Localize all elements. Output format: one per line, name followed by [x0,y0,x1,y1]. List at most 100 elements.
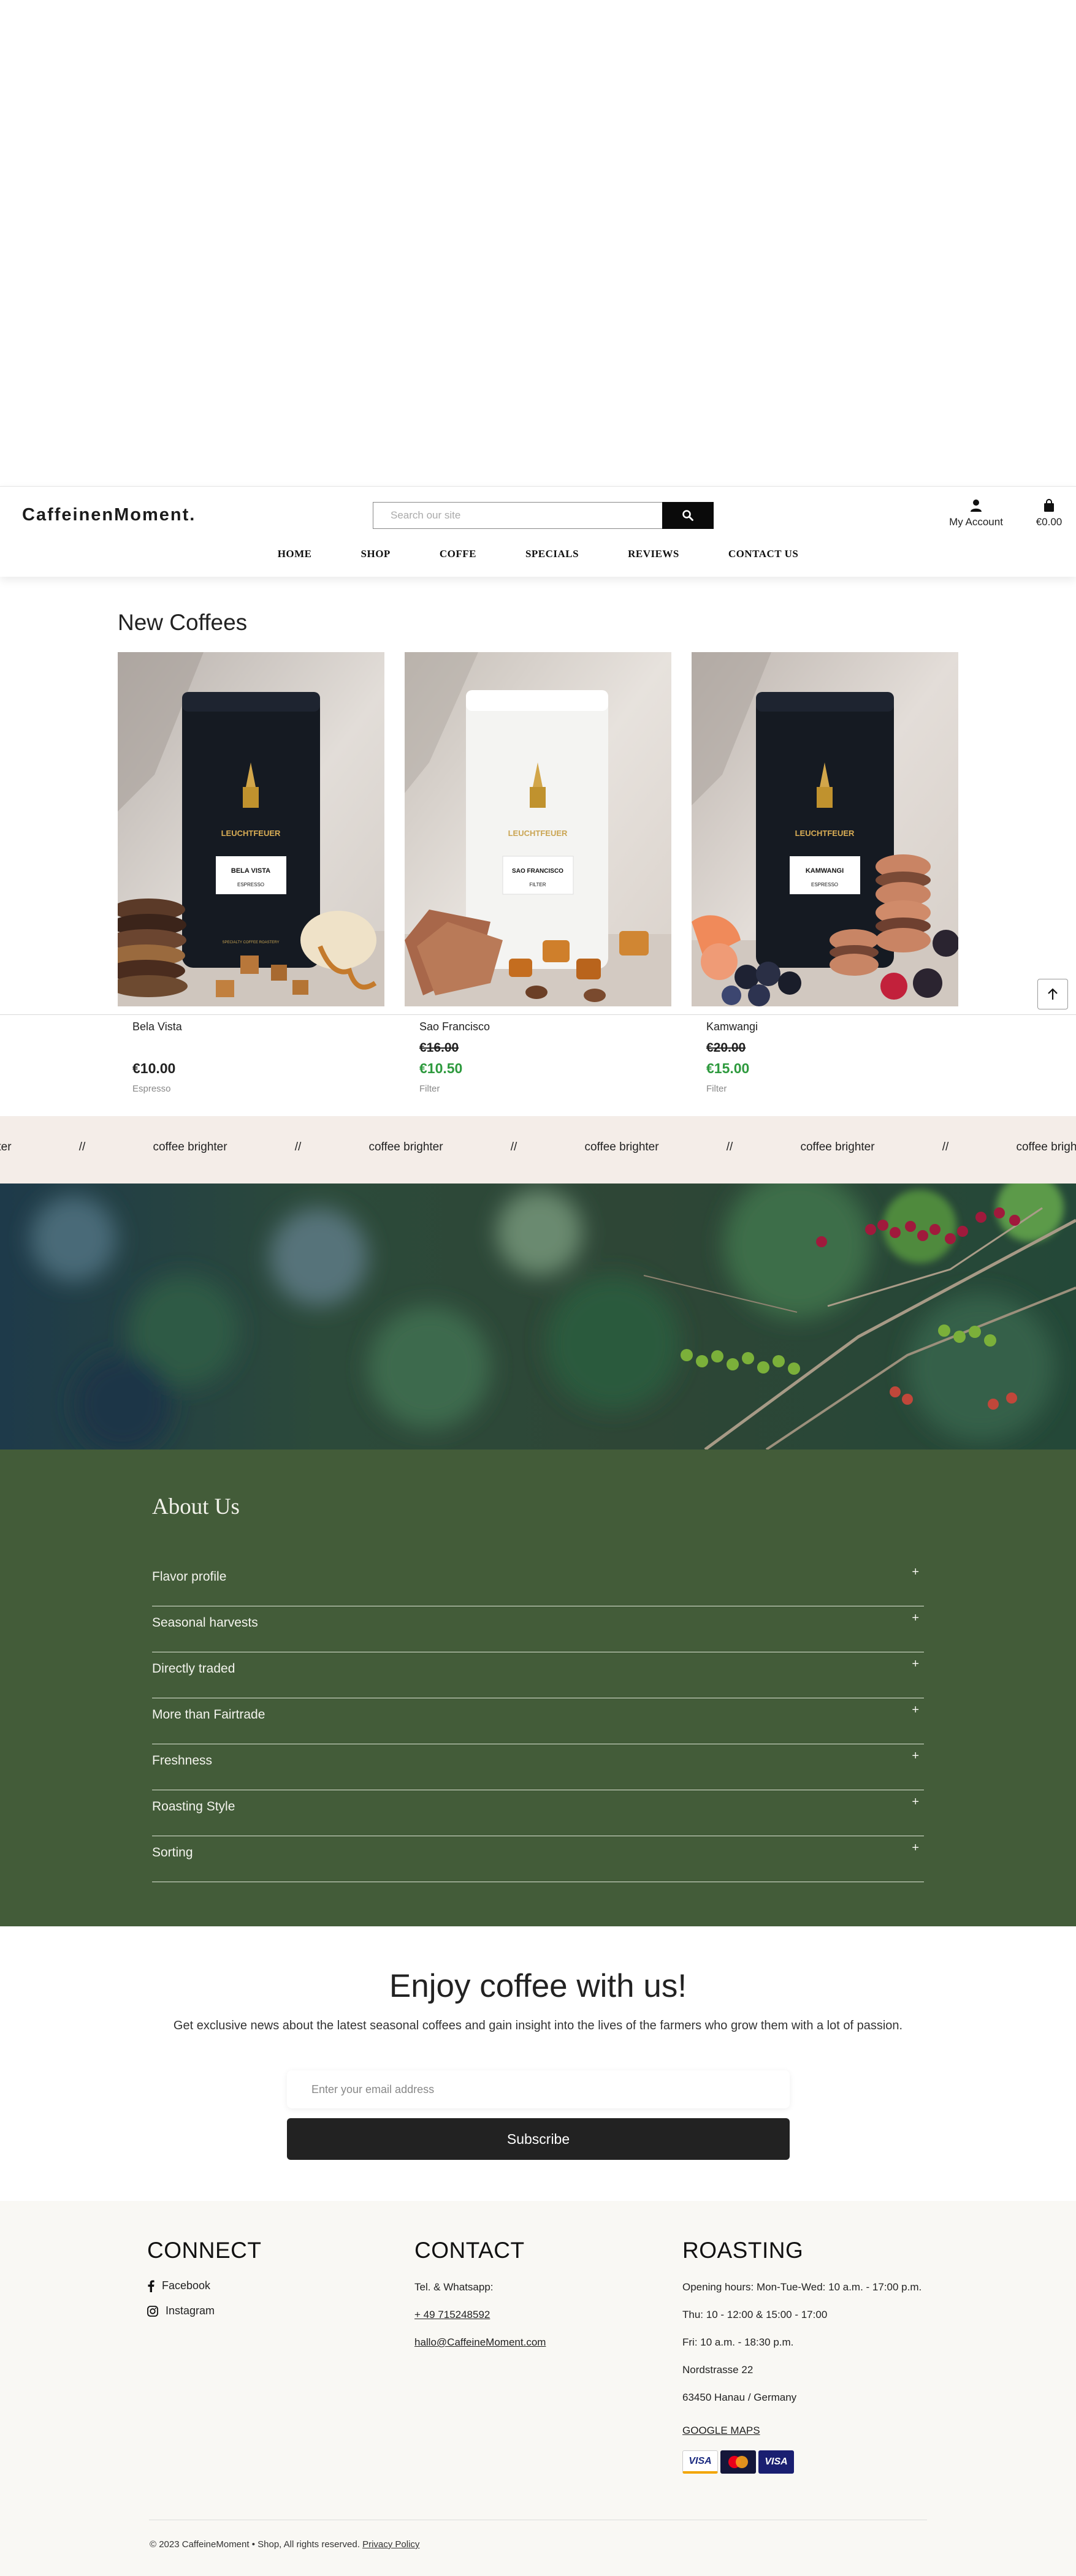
plus-icon: + [912,1657,919,1671]
accordion-item-directly-traded[interactable]: Directly traded + [152,1652,924,1698]
search-button[interactable] [662,502,714,529]
product-image[interactable]: LEUCHTFEUER KAMWANGI ESPRESSO [692,652,958,1006]
product-sale-price: €10.50 [419,1060,463,1076]
product-category: Filter [706,1084,727,1094]
marquee-separator: // [294,1141,302,1153]
search-bar [373,502,714,529]
marquee-text: coffee brighter [1016,1141,1076,1153]
nav-coffe[interactable]: COFFE [440,548,476,560]
cart-total: €0.00 [1036,516,1063,528]
marquee-text: coffee brighter [153,1141,227,1153]
accordion-item-freshness[interactable]: Freshness + [152,1744,924,1790]
street-address: Nordstrasse 22 [682,2364,754,2376]
marquee-separator: // [510,1141,517,1153]
instagram-icon [147,2305,158,2317]
nav-shop[interactable]: SHOP [361,548,391,560]
footer-connect: CONNECT Facebook Instagram [147,2238,261,2330]
plus-icon: + [912,1749,919,1763]
coffee-plant-image [0,1184,1076,1449]
accordion-label: More than Fairtrade [152,1708,265,1722]
account-label: My Account [949,516,1003,528]
page: CaffeinenMoment. My Account €0.00 HOME S… [0,0,1076,2576]
main-nav: HOME SHOP COFFE SPECIALS REVIEWS CONTACT… [0,548,1076,560]
facebook-label: Facebook [162,2279,211,2292]
product-name[interactable]: Sao Francisco [419,1020,490,1033]
about-accordion: Flavor profile + Seasonal harvests + Dir… [152,1560,924,1882]
nav-reviews[interactable]: REVIEWS [628,548,679,560]
mastercard-icon [720,2450,756,2474]
pack-sub: ESPRESSO [237,882,264,887]
payment-methods: VISA VISA [682,2450,928,2474]
product-card[interactable]: LEUCHTFEUER BELA VISTA ESPRESSO SPECIALT… [118,652,384,1094]
site-logo[interactable]: CaffeinenMoment. [22,505,196,525]
plus-icon: + [912,1611,919,1625]
footer-roasting-title: ROASTING [682,2238,804,2263]
section-divider [0,1014,1076,1015]
pack-sub: ESPRESSO [811,882,838,887]
search-input[interactable] [373,502,662,529]
marquee-text: coffee brighter [0,1141,12,1153]
footer-roasting: ROASTING Opening hours: Mon-Tue-Wed: 10 … [682,2238,928,2474]
product-name[interactable]: Bela Vista [132,1020,182,1033]
pack-brand-text: LEUCHTFEUER [508,829,568,838]
accordion-item-more-than-fairtrade[interactable]: More than Fairtrade + [152,1698,924,1744]
product-image[interactable]: LEUCHTFEUER BELA VISTA ESPRESSO SPECIALT… [118,652,384,1006]
nav-specials[interactable]: SPECIALS [525,548,579,560]
accordion-label: Sorting [152,1845,193,1860]
email-field[interactable] [287,2070,790,2108]
marquee-track: coffee brighter // coffee brighter // coffee… [0,1141,1076,1154]
footer-contact: CONTACT Tel. & Whatsapp: + 49 715248592 … [414,2238,546,2362]
facebook-link[interactable]: Facebook [147,2279,261,2292]
about-us-title: About Us [152,1494,240,1519]
nav-contact-us[interactable]: CONTACT US [728,548,798,560]
product-name[interactable]: Kamwangi [706,1020,758,1033]
privacy-policy-link[interactable]: Privacy Policy [362,2539,419,2550]
marquee-text: coffee brighter [800,1141,875,1153]
plus-icon: + [912,1703,919,1717]
nav-home[interactable]: HOME [278,548,312,560]
visa-card-icon: VISA [758,2450,794,2474]
instagram-link[interactable]: Instagram [147,2304,261,2317]
my-account-link[interactable]: My Account [944,499,1008,528]
google-maps-link[interactable]: GOOGLE MAPS [682,2425,760,2436]
plus-icon: + [912,1795,919,1809]
pack-tagline: SPECIALTY COFFEE ROASTERY [222,941,279,944]
about-us-section: About Us Flavor profile + Seasonal harve… [0,1449,1076,1926]
marquee-separator: // [78,1141,86,1153]
accordion-label: Seasonal harvests [152,1616,258,1630]
accordion-item-roasting-style[interactable]: Roasting Style + [152,1790,924,1836]
city-address: 63450 Hanau / Germany [682,2392,797,2403]
accordion-label: Roasting Style [152,1799,235,1814]
cart-link[interactable]: €0.00 [1030,499,1068,528]
product-image[interactable]: LEUCHTFEUER SAO FRANCISCO FILTER [405,652,671,1006]
product-card[interactable]: LEUCHTFEUER SAO FRANCISCO FILTER Sao Fra… [405,652,671,1094]
opening-hours-fri: Fri: 10 a.m. - 18:30 p.m. [682,2336,794,2348]
marquee-text: coffee brighter [584,1141,659,1153]
accordion-item-sorting[interactable]: Sorting + [152,1836,924,1882]
opening-hours: Opening hours: Mon-Tue-Wed: 10 a.m. - 17… [682,2281,922,2293]
product-price: €10.00 [132,1060,176,1076]
marquee-separator: // [726,1141,733,1153]
plus-icon: + [912,1841,919,1855]
arrow-up-icon [1048,988,1058,1000]
pack-label: SAO FRANCISCO [512,868,563,875]
accordion-item-seasonal-harvests[interactable]: Seasonal harvests + [152,1606,924,1652]
plus-icon: + [912,1565,919,1579]
instagram-label: Instagram [166,2304,215,2317]
product-sale-price: €15.00 [706,1060,750,1076]
facebook-icon [148,2280,155,2292]
marquee-text: coffee brighter [368,1141,443,1153]
pack-brand-text: LEUCHTFEUER [795,829,855,838]
copyright: © 2023 CaffeineMoment • Shop, All rights… [150,2539,419,2550]
scroll-to-top-button[interactable] [1037,979,1068,1009]
new-coffees-title: New Coffees [118,610,248,635]
accordion-item-flavor-profile[interactable]: Flavor profile + [152,1560,924,1606]
footer-contact-title: CONTACT [414,2238,525,2263]
user-icon [971,500,982,512]
product-card[interactable]: LEUCHTFEUER KAMWANGI ESPRESSO Kamwangi €… [692,652,958,1094]
site-footer: CONNECT Facebook Instagram CONTACT Tel. … [0,2201,1076,2576]
subscribe-button[interactable]: Subscribe [287,2118,790,2160]
phone-link[interactable]: + 49 715248592 [414,2309,490,2320]
email-link[interactable]: hallo@CaffeineMoment.com [414,2336,546,2348]
accordion-label: Directly traded [152,1662,235,1676]
